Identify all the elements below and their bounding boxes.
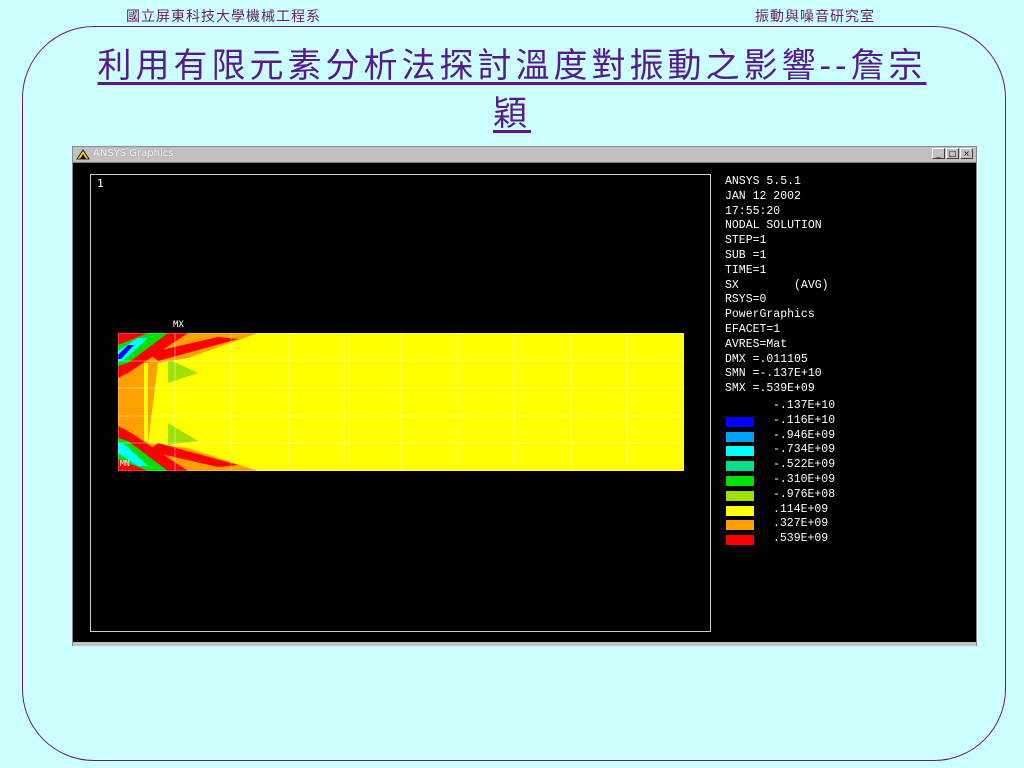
legend-swatch [726,490,754,501]
legend-swatch [726,535,754,546]
legend-swatch [726,475,754,486]
legend-label: .539E+09 [773,532,829,546]
min-marker-label: MN [120,459,130,468]
info-line: SMN =-.137E+10 [725,367,822,381]
legend-label: .327E+09 [773,517,829,531]
legend-swatch [726,505,754,516]
viewport-number: 1 [97,177,104,190]
window-controls: _ □ × [932,148,973,159]
solution-info-panel: ANSYS 5.5.1 JAN 12 2002 17:55:20 NODAL SOLU… [725,175,829,397]
legend-swatch [726,461,754,472]
info-line: SMX =.539E+09 [725,382,815,396]
slide-title: 利用有限元素分析法探討溫度對振動之影響--詹宗穎 [80,42,944,138]
legend-label: -.734E+09 [773,443,836,457]
maximize-button[interactable]: □ [946,148,959,159]
max-marker-label: MX [173,320,184,330]
legend-label: -.116E+10 [773,413,836,427]
legend-label: -.946E+09 [773,428,836,442]
info-line: ANSYS 5.5.1 [725,175,801,188]
legend-swatch [726,520,754,531]
info-line: PowerGraphics [725,308,815,322]
ansys-graphics-window: ANSYS Graphics _ □ × 1 MX MN ANSYS 5.5.1… [72,146,977,646]
info-line: SUB =1 [725,248,767,262]
header-department: 國立屏東科技大學機械工程系 [126,9,321,25]
info-line: TIME=1 [725,263,767,277]
window-title: ANSYS Graphics [93,148,174,159]
minimize-button[interactable]: _ [932,148,945,159]
info-line: EFACET=1 [725,322,781,336]
fea-contour-model [118,333,684,471]
info-line: DMX =.011105 [725,352,808,366]
info-line: AVRES=Mat [725,337,788,351]
legend-label: -.522E+09 [773,458,836,472]
legend-swatch [726,416,754,427]
info-line: SX (AVG) [725,278,829,292]
slide-title-text: 利用有限元素分析法探討溫度對振動之影響--詹宗穎 [97,46,927,134]
window-status-strip [73,642,976,646]
legend-label-min: -.137E+10 [773,399,836,412]
header-lab: 振動與噪音研究室 [755,9,875,25]
legend-swatch [726,431,754,442]
close-button[interactable]: × [960,148,973,159]
legend-label: -.976E+08 [773,487,836,501]
legend-swatch [726,446,754,457]
info-line: 17:55:20 [725,204,781,218]
info-line: STEP=1 [725,234,767,248]
ansys-app-icon [76,149,90,160]
info-line: NODAL SOLUTION [725,219,822,233]
legend-label: -.310E+09 [773,472,836,486]
legend-label: .114E+09 [773,502,829,516]
window-titlebar[interactable]: ANSYS Graphics _ □ × [73,147,976,163]
info-line: RSYS=0 [725,293,767,307]
info-line: JAN 12 2002 [725,189,801,203]
